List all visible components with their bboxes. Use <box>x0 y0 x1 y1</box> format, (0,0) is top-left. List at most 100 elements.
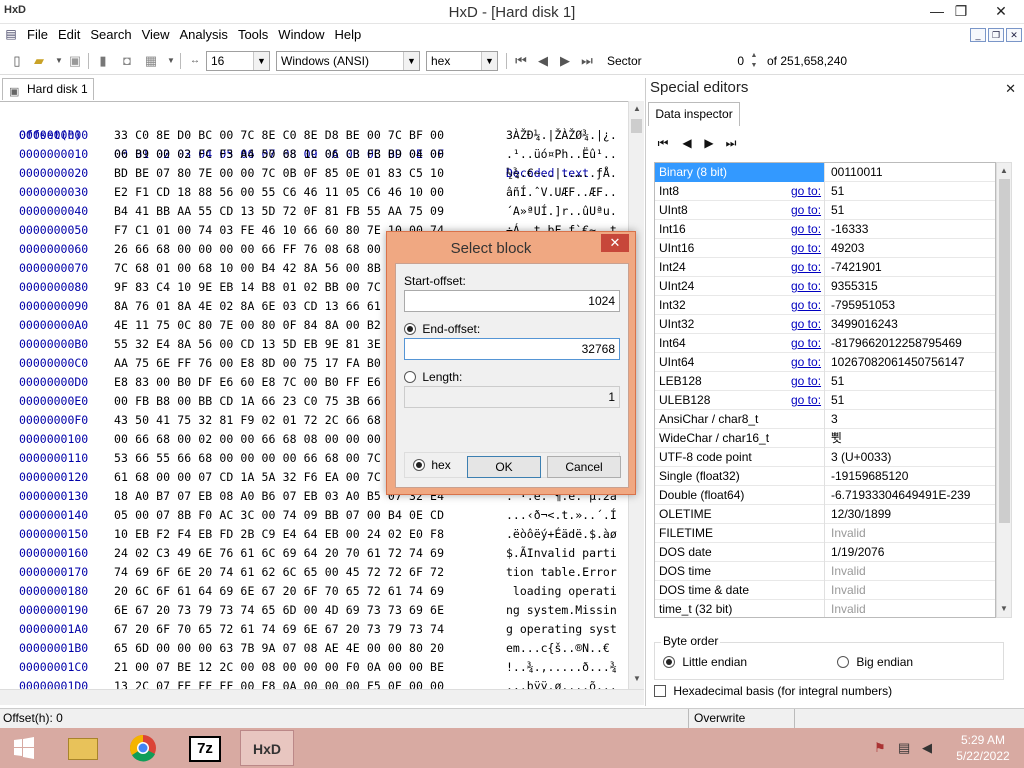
offset-cell[interactable]: 00000001C0 <box>19 658 88 677</box>
offset-cell[interactable]: 0000000170 <box>19 563 88 582</box>
inspector-value[interactable]: -7421901 <box>831 258 882 276</box>
inspector-value[interactable]: 51 <box>831 201 844 219</box>
offset-cell[interactable]: 00000000E0 <box>19 392 88 411</box>
decoded-text-cell[interactable]: tion table.Error <box>506 563 617 582</box>
inspector-row[interactable]: ULEB128 go to: 51 <box>655 391 995 410</box>
inspector-value[interactable]: -16333 <box>831 220 868 238</box>
offset-cell[interactable]: 0000000140 <box>19 506 88 525</box>
offset-cell[interactable]: 0000000040 <box>19 202 88 221</box>
offset-cell[interactable]: 0000000020 <box>19 164 88 183</box>
chrome-taskbar-button[interactable] <box>116 730 170 766</box>
tab-hard-disk-1[interactable]: ▣ Hard disk 1 <box>2 78 94 100</box>
decoded-text-cell[interactable]: g operating syst <box>506 620 617 639</box>
scroll-down-icon[interactable]: ▼ <box>997 601 1011 617</box>
inspector-row[interactable]: DOS date 1/19/2076 <box>655 543 995 562</box>
decoded-text-cell[interactable]: !..¾.,.....ð...¾ <box>506 658 617 677</box>
sector-input[interactable]: 0 <box>650 52 746 70</box>
start-offset-input[interactable]: 1024 <box>404 290 620 312</box>
decoded-text-cell[interactable]: 3ÀŽÐ¼.|ŽÀŽØ¾.|¿. <box>506 126 617 145</box>
inspector-row[interactable]: UTF-8 code point 3 (U+0033) <box>655 448 995 467</box>
new-file-icon[interactable]: ▯ <box>8 53 26 69</box>
inspector-value[interactable]: 3 (U+0033) <box>831 448 891 466</box>
menu-edit[interactable]: Edit <box>53 24 85 45</box>
offset-cell[interactable]: 0000000150 <box>19 525 88 544</box>
byte-cells[interactable]: 33 C0 8E D0 BC 00 7C 8E C0 8E D8 BE 00 7… <box>114 126 444 145</box>
inspector-value[interactable]: -8179662012258795469 <box>831 334 962 352</box>
offset-cell[interactable]: 0000000090 <box>19 297 88 316</box>
hex-basis-checkbox[interactable]: Hexadecimal basis (for integral numbers) <box>654 684 892 698</box>
decoded-text-cell[interactable]: $.ÃInvalid parti <box>506 544 617 563</box>
close-file-icon[interactable]: ▮ <box>94 53 112 69</box>
taskbar-clock[interactable]: 5:29 AM 5/22/2022 <box>948 732 1018 764</box>
inspector-row[interactable]: Binary (8 bit) 00110011 <box>655 163 995 182</box>
inspector-value[interactable]: 쀳 <box>831 429 842 447</box>
decoded-text-cell[interactable]: .,.þÿÿ.ø....õ... <box>506 677 617 689</box>
network-icon[interactable]: ▤ <box>898 740 910 756</box>
offset-cell[interactable]: 0000000100 <box>19 430 88 449</box>
document-icon[interactable]: ▤ <box>0 24 22 44</box>
byte-cells[interactable]: 13 2C 07 FE FF FF 00 F8 0A 00 00 00 F5 0… <box>114 677 444 689</box>
inspector-value[interactable]: -6.71933304649491E-239 <box>831 486 970 504</box>
inspector-value[interactable]: 51 <box>831 391 844 409</box>
mdi-minimize-button[interactable]: _ <box>970 28 986 42</box>
byte-cells[interactable]: 6E 67 20 73 79 73 74 65 6D 00 4D 69 73 7… <box>114 601 444 620</box>
goto-link[interactable]: go to: <box>791 239 821 257</box>
scroll-up-icon[interactable]: ▲ <box>997 163 1011 179</box>
inspector-row[interactable]: Int8 go to: 51 <box>655 182 995 201</box>
offset-cell[interactable]: 00000000A0 <box>19 316 88 335</box>
inspector-row[interactable]: WideChar / char16_t 쀳 <box>655 429 995 448</box>
offset-cell[interactable]: 0000000000 <box>19 126 88 145</box>
inspector-row[interactable]: UInt8 go to: 51 <box>655 201 995 220</box>
restore-button[interactable]: ❐ <box>944 0 978 22</box>
first-sector-icon[interactable]: ⏮ <box>512 53 530 69</box>
offset-cell[interactable]: 0000000050 <box>19 221 88 240</box>
goto-link[interactable]: go to: <box>791 201 821 219</box>
decoded-text-cell[interactable]: ½¾.€~..|..…..ƒÅ. <box>506 164 617 183</box>
offset-cell[interactable]: 00000000B0 <box>19 335 88 354</box>
mdi-close-button[interactable]: ✕ <box>1006 28 1022 42</box>
goto-link[interactable]: go to: <box>791 334 821 352</box>
offset-cell[interactable]: 00000000D0 <box>19 373 88 392</box>
offset-cell[interactable]: 00000000C0 <box>19 354 88 373</box>
previous-icon[interactable]: ◀ <box>678 134 696 152</box>
goto-link[interactable]: go to: <box>791 353 821 371</box>
goto-link[interactable]: go to: <box>791 182 821 200</box>
last-sector-icon[interactable]: ⏭ <box>578 53 596 69</box>
close-button[interactable]: ✕ <box>984 0 1018 22</box>
inspector-value[interactable]: 49203 <box>831 239 864 257</box>
inspector-row[interactable]: OLETIME 12/30/1899 <box>655 505 995 524</box>
offset-cell[interactable]: 0000000060 <box>19 240 88 259</box>
offset-cell[interactable]: 0000000080 <box>19 278 88 297</box>
sector-spinner[interactable]: ▲ ▼ <box>748 51 760 71</box>
inspector-value[interactable]: Invalid <box>831 581 866 599</box>
byte-cells[interactable]: 06 B9 00 02 FC F3 A4 50 68 1C 06 CB FB B… <box>114 145 444 164</box>
first-icon[interactable]: ⏮ <box>654 134 672 152</box>
tab-data-inspector[interactable]: Data inspector <box>648 102 740 126</box>
ok-button[interactable]: OK <box>467 456 541 478</box>
offset-cell[interactable]: 00000001B0 <box>19 639 88 658</box>
end-offset-radio[interactable]: End-offset: <box>404 322 480 336</box>
inspector-row[interactable]: UInt16 go to: 49203 <box>655 239 995 258</box>
offset-cell[interactable]: 0000000110 <box>19 449 88 468</box>
decoded-text-cell[interactable]: loading operati <box>506 582 617 601</box>
offset-cell[interactable]: 0000000030 <box>19 183 88 202</box>
byte-cells[interactable]: 10 EB F2 F4 EB FD 2B C9 E4 64 EB 00 24 0… <box>114 525 444 544</box>
menu-analysis[interactable]: Analysis <box>175 24 233 45</box>
offset-base-select[interactable]: hex ▼ <box>426 51 498 71</box>
close-icon[interactable]: ✕ <box>1005 81 1016 97</box>
inspector-row[interactable]: Int32 go to: -795951053 <box>655 296 995 315</box>
scroll-thumb[interactable] <box>631 119 642 133</box>
inspector-value[interactable]: 3499016243 <box>831 315 898 333</box>
scroll-down-icon[interactable]: ▼ <box>629 671 645 687</box>
inspector-row[interactable]: LEB128 go to: 51 <box>655 372 995 391</box>
scroll-thumb[interactable] <box>999 179 1010 523</box>
goto-link[interactable]: go to: <box>791 315 821 333</box>
cancel-button[interactable]: Cancel <box>547 456 621 478</box>
end-offset-input[interactable]: 32768 <box>404 338 620 360</box>
hxd-taskbar-button[interactable]: HxD <box>240 730 294 766</box>
big-endian-radio[interactable]: Big endian <box>837 655 913 669</box>
inspector-row[interactable]: Double (float64) -6.71933304649491E-239 <box>655 486 995 505</box>
goto-link[interactable]: go to: <box>791 296 821 314</box>
7zip-taskbar-button[interactable]: 7z <box>178 730 232 766</box>
offset-cell[interactable]: 0000000160 <box>19 544 88 563</box>
